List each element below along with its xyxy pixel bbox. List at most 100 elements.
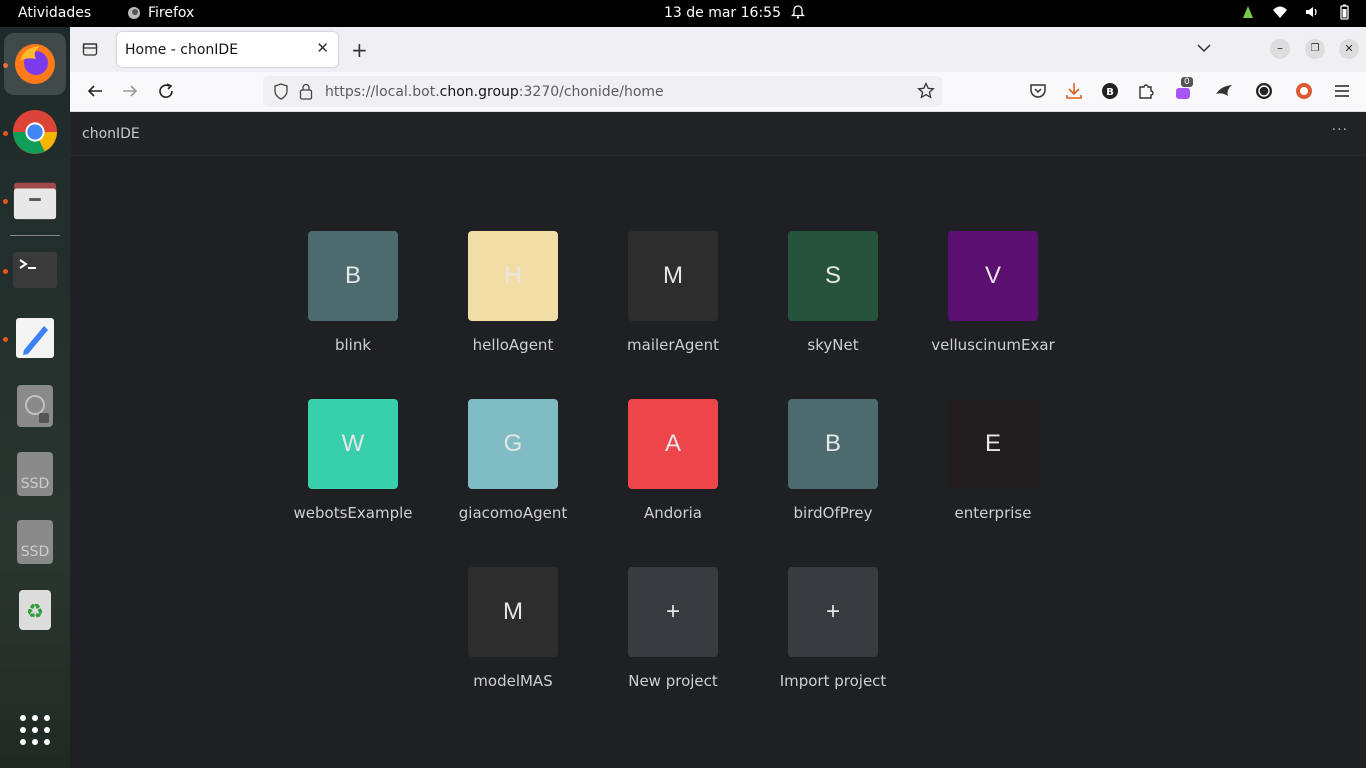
project-label[interactable]: skyNet xyxy=(763,336,903,354)
project-card-skynet[interactable]: SskyNet xyxy=(763,231,903,371)
running-indicator xyxy=(3,131,8,136)
project-card-enterprise[interactable]: Eenterprise xyxy=(923,399,1063,539)
navigation-bar: https://local.bot.chon.group:3270/chonid… xyxy=(70,72,1366,112)
extension-wordpress-icon[interactable] xyxy=(1255,82,1273,100)
battery-icon[interactable] xyxy=(1336,4,1352,20)
dock-text-editor[interactable] xyxy=(12,315,58,361)
dock-terminal[interactable] xyxy=(12,247,58,293)
project-label[interactable]: birdOfPrey xyxy=(763,504,903,522)
project-label[interactable]: modelMAS xyxy=(443,672,583,690)
extensions-puzzle-icon[interactable] xyxy=(1137,82,1155,100)
project-label[interactable]: New project xyxy=(603,672,743,690)
extension-badge: 0 xyxy=(1181,77,1193,87)
back-icon[interactable] xyxy=(86,82,104,100)
dock-separator xyxy=(10,235,60,236)
lock-icon[interactable] xyxy=(299,83,313,100)
project-card-import-project[interactable]: + Import project xyxy=(763,567,903,707)
ssd-icon: SSD xyxy=(17,520,53,564)
project-card-andoria[interactable]: A Andoria xyxy=(603,399,743,539)
running-indicator xyxy=(3,337,8,342)
project-tile[interactable]: M xyxy=(468,567,558,657)
project-label[interactable]: webotsExample xyxy=(283,504,423,522)
app-title: chonIDE xyxy=(82,126,140,142)
minimize-icon[interactable]: – xyxy=(1270,39,1290,59)
project-tile[interactable]: + xyxy=(788,567,878,657)
project-tile[interactable]: + xyxy=(628,567,718,657)
dock-firefox[interactable] xyxy=(4,33,66,95)
project-label[interactable]: Andoria xyxy=(603,504,743,522)
close-tab-icon[interactable]: ✕ xyxy=(316,39,329,57)
project-tile[interactable]: M xyxy=(628,231,718,321)
project-card-new-project[interactable]: + New project xyxy=(603,567,743,707)
wifi-icon[interactable] xyxy=(1272,4,1288,20)
project-card-blink[interactable]: Bblink xyxy=(283,231,423,371)
shield-icon[interactable] xyxy=(273,83,289,100)
project-tile[interactable]: V xyxy=(948,231,1038,321)
extension-counter-icon[interactable]: 0 xyxy=(1175,77,1193,100)
project-card-webotsexample[interactable]: WwebotsExample xyxy=(283,399,423,539)
app-menu[interactable]: Firefox xyxy=(126,5,194,21)
extension-bird-icon[interactable] xyxy=(1215,82,1233,100)
svg-text:♻: ♻ xyxy=(26,599,44,623)
downloads-icon[interactable] xyxy=(1065,82,1083,100)
project-label[interactable]: velluscinumExar xyxy=(923,336,1063,354)
project-tile[interactable]: A xyxy=(628,399,718,489)
extension-b-icon[interactable]: B xyxy=(1101,82,1119,100)
dock-trash[interactable]: ♻ xyxy=(12,587,58,633)
reload-icon[interactable] xyxy=(157,82,175,100)
project-label[interactable]: mailerAgent xyxy=(603,336,743,354)
system-top-bar: Atividades Firefox 13 de mar 16:55 xyxy=(0,0,1366,27)
project-label[interactable]: giacomoAgent xyxy=(443,504,583,522)
project-card-birdofprey[interactable]: BbirdOfPrey xyxy=(763,399,903,539)
project-card-velluscinumexar[interactable]: VvelluscinumExar xyxy=(923,231,1063,371)
project-card-helloagent[interactable]: HhelloAgent xyxy=(443,231,583,371)
project-card-maileragent[interactable]: MmailerAgent xyxy=(603,231,743,371)
chevron-down-icon[interactable] xyxy=(1197,43,1211,53)
firefox-view-icon[interactable] xyxy=(82,41,98,57)
notification-bell-icon[interactable] xyxy=(790,4,806,20)
project-card-giacomoagent[interactable]: GgiacomoAgent xyxy=(443,399,583,539)
app-grid-icon xyxy=(20,715,50,745)
project-card-modelmas[interactable]: MmodelMAS xyxy=(443,567,583,707)
project-tile[interactable]: H xyxy=(468,231,558,321)
project-tile[interactable]: W xyxy=(308,399,398,489)
clock[interactable]: 13 de mar 16:55 xyxy=(664,5,781,21)
project-tile[interactable]: E xyxy=(948,399,1038,489)
dock-chrome[interactable] xyxy=(12,109,58,155)
close-window-icon[interactable]: ✕ xyxy=(1339,39,1359,59)
app-indicator-icon[interactable] xyxy=(1240,4,1256,20)
terminal-icon xyxy=(13,252,57,288)
dock-disk[interactable] xyxy=(12,383,58,429)
volume-icon[interactable] xyxy=(1304,4,1320,20)
system-tray[interactable] xyxy=(1240,4,1352,20)
more-options-icon[interactable]: ··· xyxy=(1332,122,1348,138)
chrome-icon xyxy=(12,109,58,155)
project-tile[interactable]: S xyxy=(788,231,878,321)
dock-ssd-2[interactable]: SSD xyxy=(12,519,58,565)
bookmark-star-icon[interactable] xyxy=(917,82,935,100)
dock-files[interactable] xyxy=(12,177,58,223)
project-label[interactable]: Import project xyxy=(763,672,903,690)
running-indicator xyxy=(3,199,8,204)
project-tile[interactable]: B xyxy=(788,399,878,489)
project-label[interactable]: helloAgent xyxy=(443,336,583,354)
url-bar[interactable]: https://local.bot.chon.group:3270/chonid… xyxy=(263,76,942,107)
dock-ssd-1[interactable]: SSD xyxy=(12,451,58,497)
tab-active[interactable]: Home - chonIDE ✕ xyxy=(117,32,338,67)
page-content: chonIDE ··· Bblink HhelloAgent MmailerAgen… xyxy=(70,112,1366,768)
url-prefix: https://local.bot. xyxy=(325,83,440,100)
duckduckgo-icon[interactable] xyxy=(1295,82,1313,100)
url-domain: chon.group xyxy=(439,83,519,100)
new-tab-icon[interactable]: + xyxy=(351,38,368,62)
pocket-icon[interactable] xyxy=(1029,82,1047,100)
project-tile[interactable]: G xyxy=(468,399,558,489)
restore-icon[interactable]: ❐ xyxy=(1305,39,1325,59)
activities-button[interactable]: Atividades xyxy=(18,5,91,21)
dock-app-grid[interactable] xyxy=(12,707,58,753)
hamburger-menu-icon[interactable] xyxy=(1333,82,1351,100)
forward-icon[interactable] xyxy=(121,82,139,100)
project-label[interactable]: blink xyxy=(283,336,423,354)
ssd-icon: SSD xyxy=(17,452,53,496)
project-label[interactable]: enterprise xyxy=(923,504,1063,522)
project-tile[interactable]: B xyxy=(308,231,398,321)
